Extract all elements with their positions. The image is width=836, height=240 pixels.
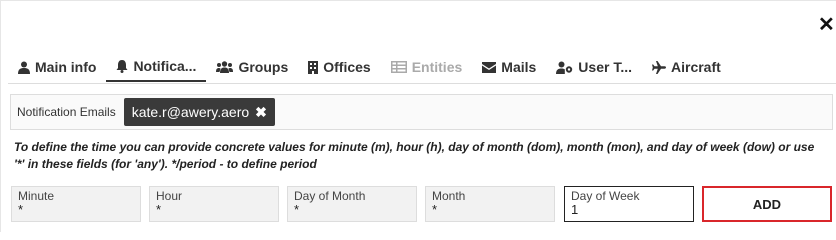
tab-label: Groups	[238, 59, 289, 75]
day-of-week-field[interactable]: Day of Week 1	[564, 186, 694, 222]
add-button[interactable]: ADD	[702, 186, 832, 222]
tab-label: Entities	[411, 59, 463, 75]
minute-label: Minute	[18, 189, 55, 203]
day-of-week-label: Day of Week	[571, 189, 640, 203]
close-icon: ✕	[818, 14, 835, 36]
month-value: *	[432, 202, 438, 217]
month-label: Month	[432, 189, 466, 203]
tab-mails[interactable]: Mails	[472, 52, 546, 82]
hour-field[interactable]: Hour *	[149, 186, 279, 222]
bell-icon	[116, 59, 128, 73]
email-chip-text: kate.r@awery.aero	[131, 104, 250, 120]
hour-value: *	[156, 202, 162, 217]
remove-chip-icon[interactable]: ✖	[255, 104, 267, 121]
day-of-week-value: 1	[571, 202, 579, 217]
notification-emails-label: Notification Emails	[17, 105, 116, 119]
minute-value: *	[18, 202, 24, 217]
help-text: To define the time you can provide concr…	[14, 140, 815, 171]
grid-icon	[390, 61, 407, 73]
envelope-icon	[482, 61, 497, 73]
month-field[interactable]: Month *	[425, 186, 555, 222]
tab-notifications[interactable]: Notifica...	[106, 52, 207, 82]
add-button-label: ADD	[752, 196, 782, 212]
day-of-month-value: *	[294, 202, 300, 217]
tab-label: Offices	[323, 59, 371, 75]
day-of-month-field[interactable]: Day of Month *	[287, 186, 417, 222]
hour-label: Hour	[156, 189, 183, 203]
users-icon	[216, 61, 234, 73]
plane-icon	[652, 60, 666, 74]
user-icon	[18, 61, 30, 74]
tab-label: Notifica...	[133, 58, 197, 74]
tab-entities[interactable]: Entities	[381, 52, 473, 82]
tab-label: Mails	[501, 59, 537, 75]
user-cog-icon	[556, 61, 573, 74]
tab-label: Main info	[35, 59, 97, 75]
tab-label: User T...	[578, 59, 632, 75]
building-icon	[308, 60, 319, 74]
notification-emails-row: Notification Emails kate.r@awery.aero ✖	[10, 94, 833, 130]
day-of-month-label: Day of Month	[294, 189, 366, 203]
tab-aircraft[interactable]: Aircraft	[642, 52, 731, 82]
close-button[interactable]: ✕	[818, 14, 836, 36]
tab-offices[interactable]: Offices	[298, 52, 380, 82]
tab-groups[interactable]: Groups	[206, 52, 298, 82]
tab-user-types[interactable]: User T...	[546, 52, 642, 82]
email-chip: kate.r@awery.aero ✖	[123, 98, 275, 126]
minute-field[interactable]: Minute *	[11, 186, 141, 222]
tab-bar: Main info Notifica... Groups Offices Ent…	[8, 52, 836, 84]
tab-label: Aircraft	[671, 59, 721, 75]
tab-main-info[interactable]: Main info	[8, 52, 106, 82]
